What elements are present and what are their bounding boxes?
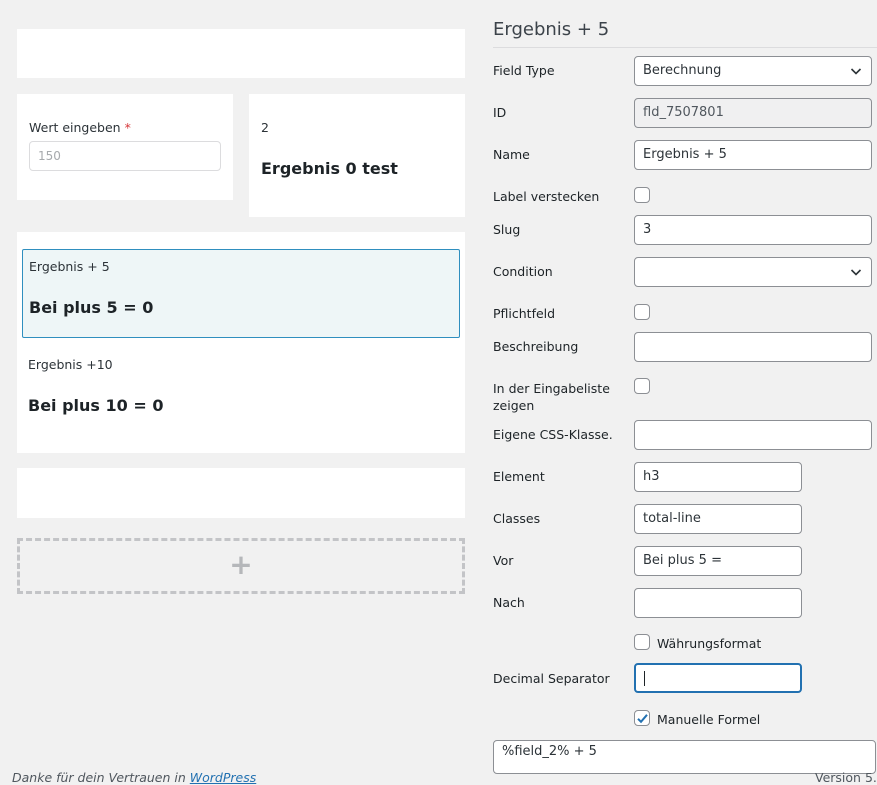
add-row-button[interactable]: +	[17, 538, 465, 594]
result-card-label: 2	[261, 120, 269, 135]
calc2-value: Bei plus 10 = 0	[28, 396, 164, 415]
slug-value: 3	[643, 222, 652, 237]
required-label: Pflichtfeld	[493, 306, 556, 321]
currency-label: Währungsformat	[657, 636, 762, 651]
calc2-label: Ergebnis +10	[28, 357, 113, 372]
manual-formula-checkbox[interactable]	[634, 710, 650, 726]
classes-input[interactable]: total-line	[634, 504, 802, 534]
slug-input[interactable]: 3	[634, 215, 872, 245]
element-value: h3	[643, 469, 660, 484]
required-asterisk: *	[124, 120, 131, 135]
name-label: Name	[493, 147, 530, 162]
wert-placeholder: 150	[38, 149, 61, 163]
manual-formula-label: Manuelle Formel	[657, 712, 761, 727]
hide-label-checkbox[interactable]	[634, 187, 650, 203]
condition-label: Condition	[493, 264, 553, 279]
preview-row-1	[17, 29, 465, 78]
checkmark-icon	[637, 714, 648, 724]
preview-card-result[interactable]: 2 Ergebnis 0 test	[249, 94, 465, 217]
currency-checkbox[interactable]	[634, 634, 650, 650]
classes-label: Classes	[493, 511, 541, 526]
after-input[interactable]	[634, 588, 802, 618]
id-input[interactable]: fld_7507801	[634, 98, 872, 128]
id-label: ID	[493, 105, 507, 120]
panel-title: Ergebnis + 5	[493, 19, 610, 40]
preview-card-input[interactable]: Wert eingeben * 150	[17, 94, 233, 200]
plus-icon: +	[229, 548, 253, 581]
decimal-separator-input[interactable]	[634, 663, 802, 693]
field-type-value: Berechnung	[643, 63, 722, 78]
chevron-down-icon	[850, 68, 862, 75]
in-list-checkbox[interactable]	[634, 378, 650, 394]
text-cursor	[644, 671, 645, 686]
formula-value: %field_2% + 5	[502, 744, 597, 759]
footer-thanks: Danke für dein Vertrauen in WordPress	[12, 770, 257, 785]
element-input[interactable]: h3	[634, 462, 802, 492]
calc-field-selected[interactable]: Ergebnis + 5 Bei plus 5 = 0	[22, 249, 460, 338]
calc-field-2[interactable]: Ergebnis +10 Bei plus 10 = 0	[22, 348, 460, 437]
css-class-label: Eigene CSS-Klasse.	[493, 427, 613, 442]
calc1-value: Bei plus 5 = 0	[29, 298, 154, 317]
wert-eingeben-input[interactable]: 150	[29, 141, 221, 171]
before-input[interactable]: Bei plus 5 =	[634, 546, 802, 576]
formula-textarea[interactable]: %field_2% + 5	[493, 740, 876, 774]
before-value: Bei plus 5 =	[643, 553, 722, 568]
css-class-input[interactable]	[634, 420, 872, 450]
field-type-select[interactable]: Berechnung	[634, 56, 872, 86]
decimal-separator-label: Decimal Separator	[493, 671, 610, 686]
after-label: Nach	[493, 595, 525, 610]
calc1-label: Ergebnis + 5	[29, 259, 110, 274]
description-input[interactable]	[634, 332, 872, 362]
name-input[interactable]: Ergebnis + 5	[634, 140, 872, 170]
preview-row-empty	[17, 468, 465, 518]
slug-label: Slug	[493, 222, 521, 237]
wordpress-link[interactable]: WordPress	[190, 770, 256, 785]
preview-row-calc: Ergebnis + 5 Bei plus 5 = 0 Ergebnis +10…	[17, 232, 465, 453]
before-label: Vor	[493, 553, 514, 568]
wert-eingeben-label: Wert eingeben *	[29, 120, 131, 135]
footer-version: Version 5.4	[815, 770, 877, 785]
in-list-label: In der Eingabeliste zeigen	[493, 381, 610, 413]
required-checkbox[interactable]	[634, 304, 650, 320]
panel-title-divider	[493, 47, 877, 48]
description-label: Beschreibung	[493, 339, 579, 354]
field-type-label: Field Type	[493, 63, 555, 78]
condition-select[interactable]	[634, 257, 872, 287]
chevron-down-icon	[850, 269, 862, 276]
id-value: fld_7507801	[643, 105, 724, 120]
result-card-value: Ergebnis 0 test	[261, 159, 398, 178]
name-value: Ergebnis + 5	[643, 147, 727, 162]
hide-label-label: Label verstecken	[493, 189, 600, 204]
element-label: Element	[493, 469, 545, 484]
classes-value: total-line	[643, 511, 701, 526]
